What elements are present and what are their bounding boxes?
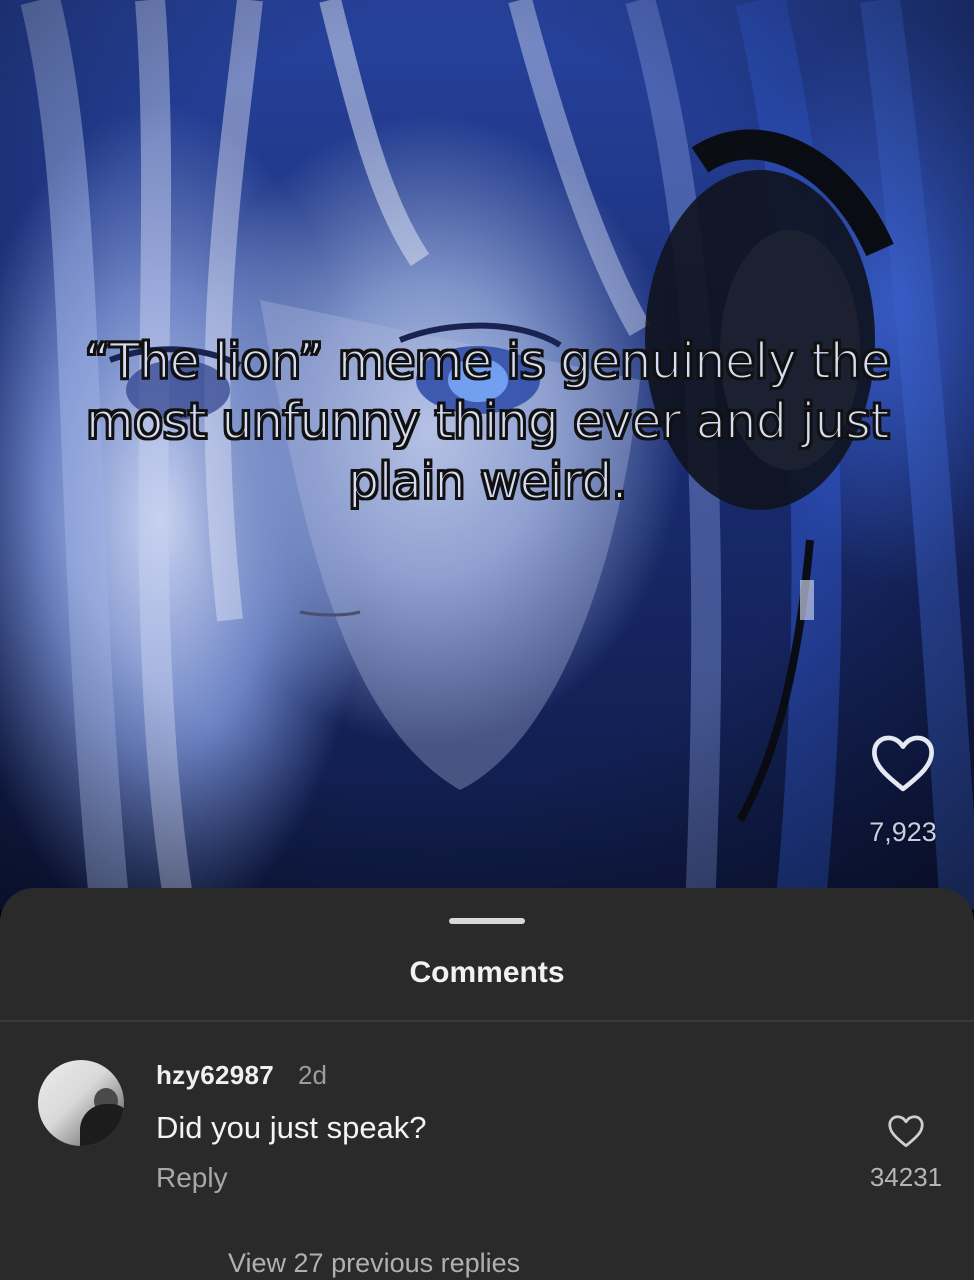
sheet-drag-handle[interactable]	[449, 918, 525, 924]
heart-outline-icon[interactable]	[870, 733, 936, 793]
sheet-title: Comments	[409, 956, 565, 989]
avatar[interactable]	[38, 1060, 124, 1146]
avatar-body	[80, 1104, 124, 1146]
comment-text: Did you just speak?	[156, 1110, 427, 1145]
post-media[interactable]: “The lion” meme is genuinely the most un…	[0, 0, 974, 910]
comment-item: hzy62987 2d Did you just speak? Reply 34…	[0, 1022, 974, 1280]
comments-sheet: Comments hzy62987 2d Did you just speak?…	[0, 888, 974, 1280]
comment-like-button[interactable]: 34231	[858, 1114, 954, 1193]
heart-outline-icon[interactable]	[887, 1114, 925, 1148]
reply-button[interactable]: Reply	[156, 1162, 228, 1194]
comment-time: 2d	[298, 1060, 327, 1090]
post-like-button[interactable]: 7,923	[866, 733, 940, 853]
comment-username[interactable]: hzy62987	[156, 1060, 274, 1091]
comment-like-count: 34231	[869, 1162, 943, 1192]
view-replies-link[interactable]: View 27 previous replies	[228, 1248, 520, 1279]
post-caption: “The lion” meme is genuinely the most un…	[84, 332, 892, 511]
post-like-count: 7,923	[869, 817, 937, 847]
